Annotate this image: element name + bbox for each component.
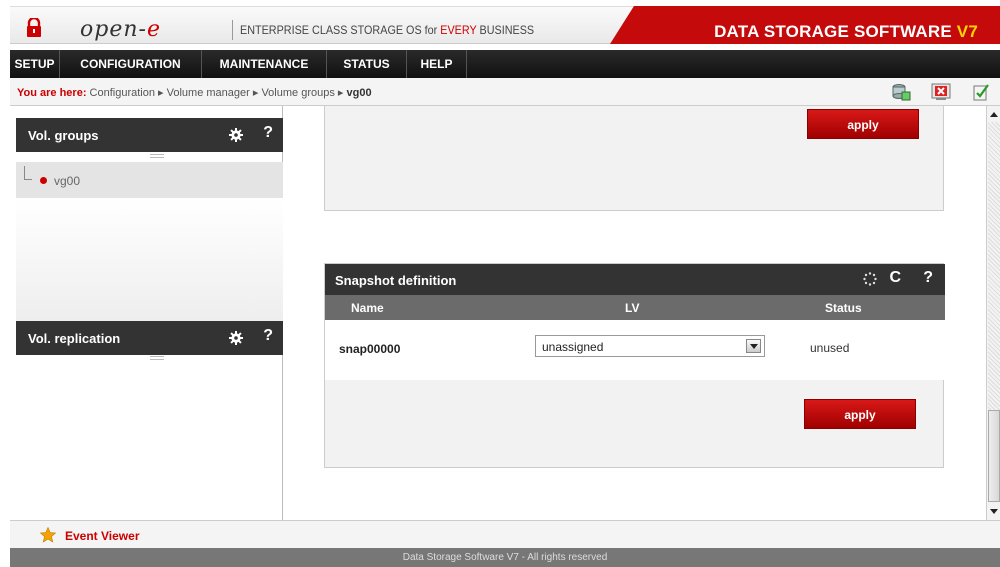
header: open-e ENTERPRISE CLASS STORAGE OS for E… [0, 0, 1000, 50]
resize-grip[interactable] [150, 154, 164, 158]
breadcrumb-separator: ▸ [249, 87, 262, 99]
list-item-vg00[interactable]: vg00 [16, 162, 283, 198]
vol-groups-title: Vol. groups [28, 128, 99, 143]
snapshot-header: Snapshot definition C ? [325, 264, 945, 295]
lv-select[interactable]: unassigned [535, 335, 765, 357]
volume-group-panel: apply [324, 106, 944, 211]
event-viewer-bar: Event Viewer [10, 520, 1000, 548]
star-icon [40, 527, 56, 543]
lock-icon [27, 18, 41, 37]
scroll-up-arrow-icon[interactable] [987, 108, 1000, 122]
database-icon[interactable] [890, 82, 912, 102]
breadcrumb-separator: ▸ [155, 87, 167, 99]
main-content: apply Snapshot definition C ? Name LV St… [284, 106, 986, 520]
menu-configuration[interactable]: CONFIGURATION [60, 50, 202, 78]
snapshot-table-header: Name LV Status [325, 295, 945, 320]
refresh-icon[interactable]: C [889, 269, 901, 287]
snapshot-apply-button[interactable]: apply [804, 399, 916, 429]
breadcrumb: You are here: Configuration ▸ Volume man… [10, 78, 1000, 106]
scroll-track[interactable] [988, 122, 1000, 412]
logo: open-e [80, 17, 161, 42]
breadcrumb-volume-groups[interactable]: Volume groups [261, 87, 334, 99]
breadcrumb-tools [890, 82, 992, 102]
tree-connector [24, 166, 32, 180]
chevron-down-icon[interactable] [746, 339, 761, 353]
vol-groups-list-area [16, 198, 283, 321]
tagline-accent: EVERY [440, 23, 477, 37]
vol-replication-header: Vol. replication ? [16, 321, 283, 355]
brand-version: V7 [956, 22, 978, 41]
event-viewer-link[interactable]: Event Viewer [65, 529, 139, 543]
logo-accent: e [146, 17, 161, 42]
snapshot-name: snap00000 [339, 342, 401, 356]
table-row: snap00000 unassigned unused [325, 320, 945, 380]
snapshot-status: unused [810, 341, 850, 355]
left-sidebar: Vol. groups ? vg00 Vol. replication ? [10, 106, 283, 520]
vol-groups-header: Vol. groups ? [16, 118, 283, 152]
snapshot-title: Snapshot definition [335, 273, 457, 288]
col-status: Status [825, 301, 862, 315]
logo-text: open- [80, 17, 147, 42]
menu-maintenance[interactable]: MAINTENANCE [202, 50, 327, 78]
breadcrumb-text: You are here: Configuration ▸ Volume man… [17, 86, 372, 99]
help-icon[interactable]: ? [923, 269, 933, 287]
tagline-pre: ENTERPRISE CLASS STORAGE OS for [240, 23, 441, 37]
col-lv: LV [625, 301, 640, 315]
help-icon[interactable]: ? [263, 124, 273, 142]
breadcrumb-separator: ▸ [334, 87, 347, 99]
breadcrumb-volume-manager[interactable]: Volume manager [167, 87, 250, 99]
tagline-post: BUSINESS [476, 23, 535, 37]
close-icon[interactable] [930, 82, 952, 102]
breadcrumb-configuration[interactable]: Configuration [87, 87, 155, 99]
menu-setup[interactable]: SETUP [10, 50, 60, 78]
breadcrumb-label: You are here: [17, 87, 87, 99]
breadcrumb-current: vg00 [346, 87, 372, 99]
snapshot-definition-panel: Snapshot definition C ? Name LV Status s… [324, 263, 945, 468]
scroll-down-arrow-icon[interactable] [987, 504, 1000, 518]
lv-select-value: unassigned [542, 340, 604, 354]
brand-main: DATA STORAGE SOFTWARE [714, 22, 957, 41]
brand-bar: DATA STORAGE SOFTWARE V7 [610, 6, 1000, 44]
menu-help[interactable]: HELP [407, 50, 467, 78]
menu-status[interactable]: STATUS [327, 50, 407, 78]
vertical-scrollbar[interactable] [986, 106, 1000, 520]
help-icon[interactable]: ? [263, 327, 273, 345]
spinner-icon [863, 272, 877, 286]
tagline: ENTERPRISE CLASS STORAGE OS for EVERY BU… [240, 23, 534, 37]
gear-icon[interactable] [229, 331, 243, 345]
col-name: Name [351, 301, 384, 315]
main-menu: SETUP CONFIGURATION MAINTENANCE STATUS H… [10, 50, 1000, 78]
scroll-thumb[interactable] [988, 410, 1000, 502]
status-dot-icon [40, 177, 47, 184]
app-window: open-e ENTERPRISE CLASS STORAGE OS for E… [0, 0, 1000, 567]
checklist-icon[interactable] [970, 82, 992, 102]
vol-replication-title: Vol. replication [28, 331, 121, 346]
brand-title: DATA STORAGE SOFTWARE V7 [714, 22, 978, 42]
footer: Data Storage Software V7 - All rights re… [10, 548, 1000, 567]
apply-button[interactable]: apply [807, 109, 919, 139]
volume-group-label: vg00 [54, 174, 81, 188]
gear-icon[interactable] [229, 128, 243, 142]
resize-grip[interactable] [150, 356, 164, 360]
logo-divider [232, 20, 233, 40]
